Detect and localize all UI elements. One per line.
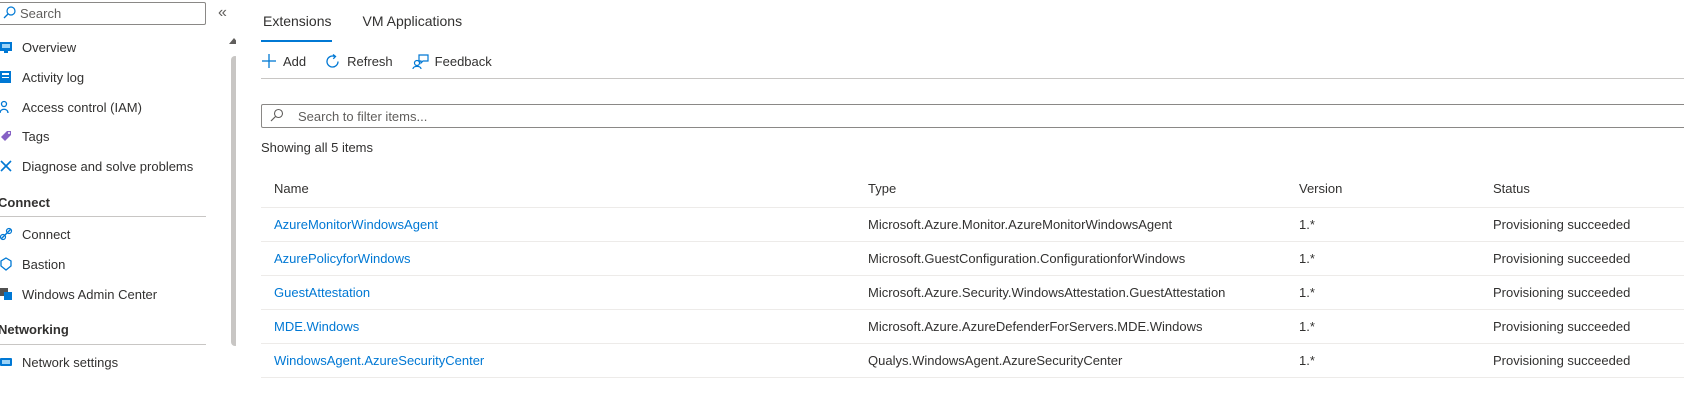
tab-vm-applications[interactable]: VM Applications bbox=[362, 0, 462, 42]
extension-type: Qualys.WindowsAgent.AzureSecurityCenter bbox=[868, 353, 1123, 368]
sidebar-item-diagnose[interactable]: Diagnose and solve problems bbox=[0, 151, 193, 181]
sidebar: « Overview Activity log Access control (… bbox=[0, 0, 236, 404]
column-header-type[interactable]: Type bbox=[868, 170, 896, 207]
extension-version: 1.* bbox=[1299, 319, 1315, 334]
table-header-row: Name Type Version Status bbox=[261, 170, 1684, 208]
connect-icon bbox=[0, 226, 14, 242]
extension-version: 1.* bbox=[1299, 251, 1315, 266]
sidebar-item-label: Diagnose and solve problems bbox=[22, 158, 194, 174]
refresh-icon bbox=[326, 53, 339, 68]
filter-box[interactable] bbox=[261, 104, 1684, 128]
extension-version: 1.* bbox=[1299, 285, 1315, 300]
extension-status: Provisioning succeeded bbox=[1493, 217, 1631, 232]
column-header-name[interactable]: Name bbox=[274, 170, 309, 207]
table-row: GuestAttestation Microsoft.Azure.Securit… bbox=[261, 276, 1684, 310]
sidebar-search-input[interactable] bbox=[16, 6, 200, 21]
table-row: AzureMonitorWindowsAgent Microsoft.Azure… bbox=[261, 208, 1684, 242]
extension-name-link[interactable]: MDE.Windows bbox=[274, 310, 359, 343]
sidebar-item-network-settings[interactable]: Network settings bbox=[0, 347, 118, 377]
divider bbox=[0, 216, 206, 217]
tab-extensions[interactable]: Extensions bbox=[261, 0, 333, 42]
extension-status: Provisioning succeeded bbox=[1493, 319, 1631, 334]
sidebar-item-label: Overview bbox=[22, 39, 77, 55]
iam-icon bbox=[0, 99, 14, 115]
feedback-icon bbox=[412, 53, 429, 69]
sidebar-group-networking: Networking bbox=[0, 322, 69, 337]
windows-admin-center-icon bbox=[0, 286, 14, 302]
collapse-sidebar-icon[interactable]: « bbox=[218, 4, 227, 22]
network-settings-icon bbox=[0, 354, 14, 370]
column-header-version[interactable]: Version bbox=[1299, 170, 1342, 207]
refresh-button[interactable]: Refresh bbox=[324, 53, 393, 70]
extension-type: Microsoft.GuestConfiguration.Configurati… bbox=[868, 251, 1186, 266]
divider bbox=[0, 344, 206, 345]
table-row: AzurePolicyforWindows Microsoft.GuestCon… bbox=[261, 242, 1684, 276]
refresh-label: Refresh bbox=[347, 53, 393, 69]
overview-icon bbox=[0, 39, 14, 55]
scroll-up-arrow-icon[interactable] bbox=[229, 38, 236, 44]
extension-name-link[interactable]: AzurePolicyforWindows bbox=[274, 242, 411, 275]
add-label: Add bbox=[283, 53, 307, 69]
sidebar-item-label: Access control (IAM) bbox=[22, 99, 142, 115]
extension-name-link[interactable]: AzureMonitorWindowsAgent bbox=[274, 208, 438, 241]
feedback-button[interactable]: Feedback bbox=[411, 53, 492, 70]
item-count-text: Showing all 5 items bbox=[261, 140, 373, 155]
sidebar-item-label: Windows Admin Center bbox=[22, 286, 158, 302]
toolbar: Add Refresh Feedback bbox=[261, 46, 510, 76]
extension-status: Provisioning succeeded bbox=[1493, 285, 1631, 300]
extensions-table: Name Type Version Status AzureMonitorWin… bbox=[261, 170, 1684, 378]
sidebar-scrollbar-thumb[interactable] bbox=[231, 56, 236, 346]
filter-input[interactable] bbox=[284, 108, 998, 124]
sidebar-item-label: Activity log bbox=[22, 69, 85, 85]
search-icon bbox=[3, 5, 16, 22]
extension-name-link[interactable]: GuestAttestation bbox=[274, 276, 370, 309]
main-content: Extensions VM Applications Add Refresh F… bbox=[261, 0, 1684, 404]
toolbar-divider bbox=[261, 78, 1684, 79]
extension-version: 1.* bbox=[1299, 353, 1315, 368]
add-button[interactable]: Add bbox=[261, 53, 306, 69]
extension-type: Microsoft.Azure.AzureDefenderForServers.… bbox=[868, 319, 1203, 334]
sidebar-item-bastion[interactable]: Bastion bbox=[0, 249, 65, 279]
sidebar-item-activity-log[interactable]: Activity log bbox=[0, 62, 84, 92]
sidebar-item-label: Bastion bbox=[22, 256, 66, 272]
sidebar-item-label: Network settings bbox=[22, 354, 119, 370]
sidebar-group-connect: Connect bbox=[0, 195, 50, 210]
tab-bar: Extensions VM Applications bbox=[261, 0, 462, 42]
sidebar-item-overview[interactable]: Overview bbox=[0, 32, 76, 62]
sidebar-item-tags[interactable]: Tags bbox=[0, 121, 49, 151]
sidebar-item-access-control[interactable]: Access control (IAM) bbox=[0, 92, 142, 122]
extension-status: Provisioning succeeded bbox=[1493, 251, 1631, 266]
sidebar-search-box[interactable] bbox=[0, 2, 206, 25]
sidebar-item-label: Tags bbox=[22, 128, 50, 144]
column-header-status[interactable]: Status bbox=[1493, 170, 1530, 207]
extension-version: 1.* bbox=[1299, 217, 1315, 232]
sidebar-item-windows-admin-center[interactable]: Windows Admin Center bbox=[0, 279, 157, 309]
activity-log-icon bbox=[0, 69, 14, 85]
sidebar-item-label: Connect bbox=[22, 226, 71, 242]
tag-icon bbox=[0, 128, 14, 144]
extension-status: Provisioning succeeded bbox=[1493, 353, 1631, 368]
feedback-label: Feedback bbox=[434, 53, 492, 69]
bastion-icon bbox=[0, 256, 14, 272]
extension-type: Microsoft.Azure.Security.WindowsAttestat… bbox=[868, 285, 1226, 300]
sidebar-item-connect[interactable]: Connect bbox=[0, 219, 70, 249]
add-icon bbox=[262, 54, 276, 68]
diagnose-icon bbox=[0, 158, 14, 174]
search-icon bbox=[270, 108, 284, 125]
extension-type: Microsoft.Azure.Monitor.AzureMonitorWind… bbox=[868, 217, 1173, 232]
extension-name-link[interactable]: WindowsAgent.AzureSecurityCenter bbox=[274, 344, 484, 377]
table-row: MDE.Windows Microsoft.Azure.AzureDefende… bbox=[261, 310, 1684, 344]
table-row: WindowsAgent.AzureSecurityCenter Qualys.… bbox=[261, 344, 1684, 378]
